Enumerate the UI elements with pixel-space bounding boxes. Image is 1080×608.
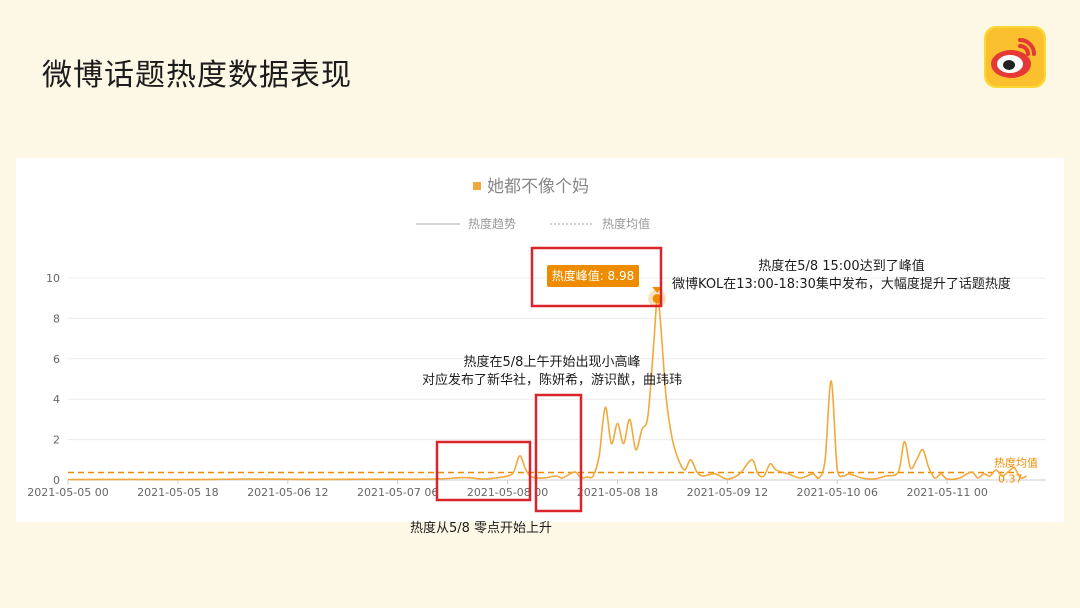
x-tick-label: 2021-05-05 00: [27, 486, 108, 499]
y-tick-label: 10: [46, 272, 60, 285]
annotation-morning: 热度在5/8上午开始出现小高峰 对应发布了新华社，陈妍希，游识猷，曲玮玮: [422, 354, 682, 390]
x-tick-label: 2021-05-07 06: [357, 486, 438, 499]
y-tick-label: 6: [53, 353, 60, 366]
x-tick-label: 2021-05-11 00: [906, 486, 987, 499]
legend-mean-label: 热度均值: [602, 216, 650, 231]
annotation-peak: 热度在5/8 15:00达到了峰值 微博KOL在13:00-18:30集中发布，…: [672, 258, 1011, 294]
annotation-peak-line1: 热度在5/8 15:00达到了峰值: [758, 259, 925, 274]
annotation-morning-line2: 对应发布了新华社，陈妍希，游识猷，曲玮玮: [422, 373, 683, 388]
x-tick-label: 2021-05-08 18: [577, 486, 658, 499]
chart-title: 她都不像个妈: [487, 177, 589, 197]
annotation-morning-line1: 热度在5/8上午开始出现小高峰: [463, 355, 641, 370]
heat-trend-chart: 她都不像个妈 热度趋势 热度均值 0246810 热度均值0.37 2021-0…: [27, 177, 1046, 513]
y-tick-label: 2: [53, 434, 60, 447]
annotation-rise: 热度从5/8 零点开始上升: [410, 521, 553, 536]
annotation-peak-line2: 微博KOL在13:00-18:30集中发布，大幅度提升了话题热度: [672, 277, 1011, 292]
x-tick-label: 2021-05-06 12: [247, 486, 328, 499]
page-title: 微博话题热度数据表现: [42, 58, 352, 93]
chart-panel: 她都不像个妈 热度趋势 热度均值 0 2 4 6 8 10 热度均值 0.37 2021-0…: [16, 158, 1064, 522]
mean-line-label: 热度均值: [994, 456, 1038, 470]
x-tick-label: 2021-05-09 12: [687, 486, 768, 499]
x-tick-label: 2021-05-05 18: [137, 486, 218, 499]
x-tick-label: 2021-05-10 06: [797, 486, 878, 499]
peak-tooltip-label: 热度峰值: 8.98: [552, 268, 635, 283]
y-tick-label: 4: [53, 393, 60, 406]
weibo-logo-icon: [984, 26, 1046, 88]
y-tick-label: 8: [53, 312, 60, 325]
title-marker: [473, 182, 481, 190]
legend-trend-label: 热度趋势: [468, 216, 516, 231]
